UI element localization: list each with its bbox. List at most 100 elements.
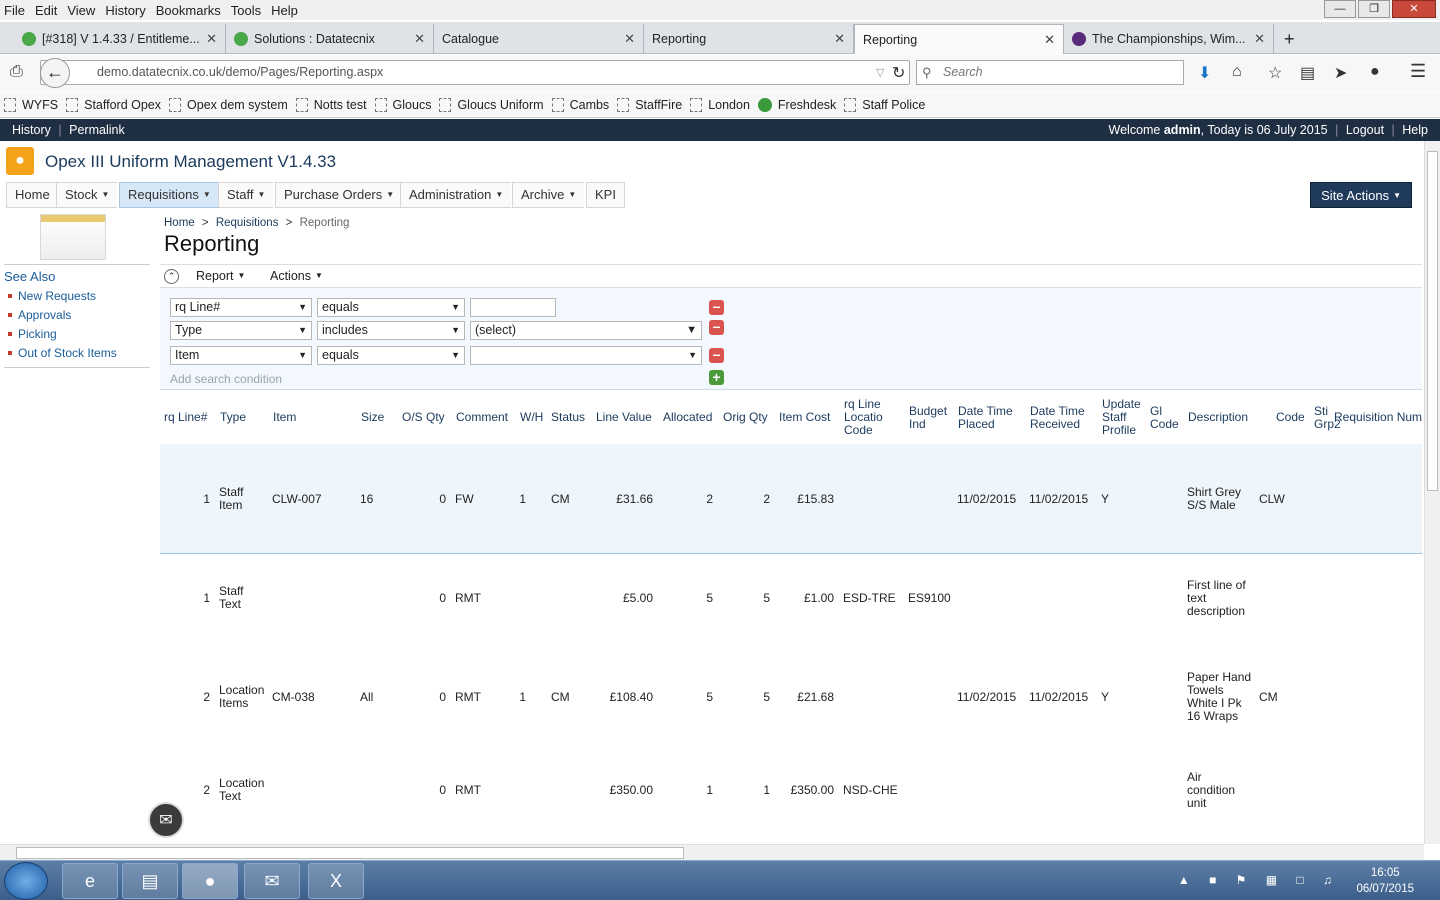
sidebar-item-out-of-stock[interactable]: Out of Stock Items xyxy=(8,346,117,360)
tab-reporting[interactable]: Reporting ✕ xyxy=(644,24,854,54)
bookmark-london[interactable]: London xyxy=(690,97,750,112)
sidebar-item-picking[interactable]: Picking xyxy=(8,327,117,341)
col-header[interactable]: Type xyxy=(220,411,246,424)
filter-field-select[interactable]: rq Line# ▼ xyxy=(170,298,312,317)
reload-icon[interactable]: ↻ xyxy=(892,63,905,83)
col-header[interactable]: W/H xyxy=(520,411,543,424)
breadcrumb-requisitions[interactable]: Requisitions xyxy=(216,217,279,229)
col-header[interactable]: Status xyxy=(551,411,585,424)
table-row[interactable]: 2 Location Items CM-038 All 0 RMT 1 CM £… xyxy=(160,654,1422,754)
filter-operator-select[interactable]: equals ▼ xyxy=(317,346,465,365)
table-row[interactable]: 1 Staff Text 0 RMT £5.00 5 5 £1.00 ESD-T… xyxy=(160,554,1422,654)
home-icon[interactable]: ⌂ xyxy=(1232,63,1242,81)
tab-solutions[interactable]: Solutions : Datatecnix ✕ xyxy=(226,24,434,54)
col-header[interactable]: Date Time Placed xyxy=(958,405,1024,431)
nav-kpi[interactable]: KPI xyxy=(586,182,625,208)
start-button-icon[interactable] xyxy=(4,862,48,900)
tab-close-icon[interactable]: ✕ xyxy=(206,31,217,47)
sidebar-item-new-requests[interactable]: New Requests xyxy=(8,289,117,303)
bookmark-opex-dem[interactable]: Opex dem system xyxy=(169,97,288,112)
url-input[interactable]: demo.datatecnix.co.uk/demo/Pages/Reporti… xyxy=(40,60,910,85)
col-header[interactable]: Orig Qty xyxy=(723,411,768,424)
help-link[interactable]: Help xyxy=(1402,123,1428,137)
report-menu[interactable]: Report ▼ xyxy=(196,269,245,283)
back-button-icon[interactable]: ← xyxy=(40,58,70,88)
col-header[interactable]: rq Line Locatio Code xyxy=(844,398,894,437)
col-header[interactable]: Description xyxy=(1188,411,1248,424)
col-header[interactable]: Budget Ind xyxy=(909,405,951,431)
bookmark-gloucs-uniform[interactable]: Gloucs Uniform xyxy=(439,97,544,112)
tab-close-icon[interactable]: ✕ xyxy=(1044,32,1055,48)
col-header[interactable]: Item xyxy=(273,411,296,424)
menu-help[interactable]: Help xyxy=(271,3,298,18)
history-link[interactable]: History xyxy=(12,123,51,137)
sidebar-item-approvals[interactable]: Approvals xyxy=(8,308,117,322)
bookmark-cambs[interactable]: Cambs xyxy=(551,97,609,112)
add-condition-icon[interactable]: + xyxy=(709,370,724,385)
site-actions-button[interactable]: Site Actions ▼ xyxy=(1310,182,1412,208)
col-header[interactable]: Line Value xyxy=(596,411,652,424)
tab-close-icon[interactable]: ✕ xyxy=(414,31,425,47)
system-tray-icons[interactable]: ▲ ■ ⚑ ▦ □ ♫ xyxy=(1178,873,1340,887)
nav-archive[interactable]: Archive ▼ xyxy=(512,182,585,208)
bookmark-freshdesk[interactable]: Freshdesk xyxy=(757,97,836,112)
nav-home[interactable]: Home xyxy=(6,182,58,208)
print-icon[interactable]: ⎙ xyxy=(10,63,23,81)
col-header[interactable]: Update Staff Profile xyxy=(1102,398,1144,437)
nav-stock[interactable]: Stock ▼ xyxy=(56,182,118,208)
table-row[interactable]: 1 Staff Item CLW-007 16 0 FW 1 CM £31.66… xyxy=(160,444,1422,554)
bookmark-star-icon[interactable]: ☆ xyxy=(1268,63,1282,83)
col-header[interactable]: Comment xyxy=(456,411,508,424)
remove-condition-icon[interactable]: – xyxy=(709,319,724,335)
filter-operator-select[interactable]: equals ▼ xyxy=(317,298,465,317)
menu-bookmarks[interactable]: Bookmarks xyxy=(156,3,221,18)
remove-condition-icon[interactable]: – xyxy=(709,299,724,315)
close-window-icon[interactable]: ✕ xyxy=(1392,0,1436,18)
add-search-condition[interactable]: Add search condition xyxy=(170,372,282,386)
bookmark-notts-test[interactable]: Notts test xyxy=(295,97,367,112)
menu-file[interactable]: File xyxy=(4,3,25,18)
internet-explorer-icon[interactable]: e xyxy=(62,863,118,899)
bookmark-staff-police[interactable]: Staff Police xyxy=(844,97,925,112)
horizontal-scrollbar[interactable] xyxy=(0,844,1424,860)
filter-field-select[interactable]: Type ▼ xyxy=(170,321,312,340)
filter-value-input[interactable] xyxy=(470,298,556,317)
col-header[interactable]: Item Cost xyxy=(779,411,830,424)
filter-value-select[interactable]: (select) ▼ xyxy=(470,321,702,340)
download-icon[interactable]: ⬇ xyxy=(1198,63,1211,83)
menu-edit[interactable]: Edit xyxy=(35,3,57,18)
col-header[interactable]: Date Time Received xyxy=(1030,405,1096,431)
search-input[interactable]: Search xyxy=(916,60,1184,85)
nav-staff[interactable]: Staff ▼ xyxy=(218,182,274,208)
menu-view[interactable]: View xyxy=(67,3,95,18)
filter-field-select[interactable]: Item ▼ xyxy=(170,346,312,365)
hamburger-menu-icon[interactable]: ☰ xyxy=(1410,61,1426,82)
restore-icon[interactable]: ❐ xyxy=(1358,0,1390,18)
file-explorer-icon[interactable]: ▤ xyxy=(122,863,178,899)
bookmark-stafffire[interactable]: StaffFire xyxy=(617,97,682,112)
menu-history[interactable]: History xyxy=(105,3,145,18)
col-header[interactable]: Requisition Num xyxy=(1334,411,1422,424)
vertical-scrollbar[interactable] xyxy=(1424,141,1440,844)
outlook-icon[interactable]: ✉ xyxy=(244,863,300,899)
breadcrumb-home[interactable]: Home xyxy=(164,217,195,229)
tab-catalogue[interactable]: Catalogue ✕ xyxy=(434,24,644,54)
excel-icon[interactable]: X xyxy=(308,863,364,899)
col-header[interactable]: Gl Code xyxy=(1150,405,1179,431)
col-header[interactable]: O/S Qty xyxy=(402,411,445,424)
table-row[interactable]: 2 Location Text 0 RMT £350.00 1 1 £350.0… xyxy=(160,754,1422,844)
system-clock[interactable]: 16:05 06/07/2015 xyxy=(1356,865,1414,897)
tab-reporting-active[interactable]: Reporting ✕ xyxy=(854,24,1064,54)
filter-operator-select[interactable]: includes ▼ xyxy=(317,321,465,340)
nav-purchase-orders[interactable]: Purchase Orders ▼ xyxy=(275,182,403,208)
tab-championships[interactable]: The Championships, Wim... ✕ xyxy=(1064,24,1274,54)
col-header[interactable]: rq Line# xyxy=(164,411,207,424)
send-icon[interactable]: ➤ xyxy=(1334,63,1347,83)
nav-administration[interactable]: Administration ▼ xyxy=(400,182,512,208)
bookmark-gloucs[interactable]: Gloucs xyxy=(374,97,431,112)
tab-close-icon[interactable]: ✕ xyxy=(834,31,845,47)
mail-feedback-icon[interactable]: ✉ xyxy=(148,802,184,838)
col-header[interactable]: Size xyxy=(361,411,384,424)
tab-close-icon[interactable]: ✕ xyxy=(624,31,635,47)
actions-menu[interactable]: Actions ▼ xyxy=(270,269,323,283)
